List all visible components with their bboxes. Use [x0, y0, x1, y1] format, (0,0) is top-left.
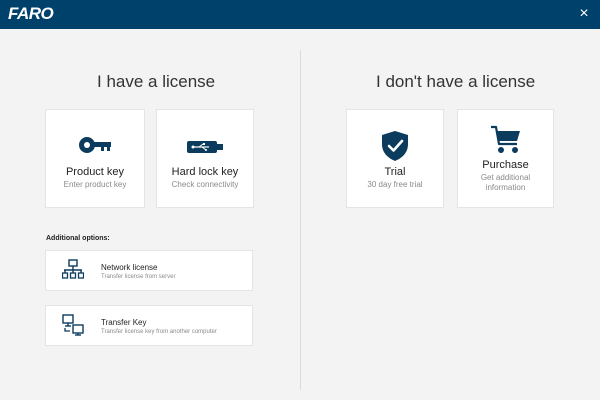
section-divider	[300, 50, 301, 390]
product-key-card[interactable]: Product key Enter product key	[45, 109, 145, 208]
purchase-label: Purchase	[482, 159, 529, 171]
no-license-title: I don't have a license	[376, 72, 536, 91]
additional-options-label: Additional options:	[46, 235, 110, 242]
usb-dongle-icon	[157, 140, 253, 154]
key-icon	[46, 136, 144, 154]
trial-card[interactable]: Trial 30 day free trial	[346, 109, 444, 208]
network-license-subtitle: Transfer license from server	[101, 274, 176, 280]
network-license-title: Network license	[101, 263, 158, 272]
hard-lock-key-card[interactable]: Hard lock key Check connectivity	[156, 109, 254, 208]
shopping-cart-icon	[458, 125, 553, 155]
transfer-computers-icon	[62, 314, 84, 341]
have-license-title: I have a license	[97, 72, 216, 91]
transfer-key-title: Transfer Key	[101, 318, 147, 327]
hard-lock-key-label: Hard lock key	[171, 166, 239, 178]
hard-lock-key-subtitle: Check connectivity	[171, 180, 239, 189]
network-icon	[61, 259, 85, 286]
transfer-key-subtitle: Transfer license key from another comput…	[101, 329, 217, 335]
title-bar: FARO ×	[0, 0, 600, 29]
purchase-card[interactable]: Purchase Get additional information	[457, 109, 554, 208]
trial-label: Trial	[384, 166, 406, 178]
product-key-subtitle: Enter product key	[63, 180, 127, 189]
purchase-subtitle: Get additional information	[480, 173, 531, 192]
transfer-key-option[interactable]: Transfer Key Transfer license key from a…	[45, 305, 253, 346]
shield-check-icon	[347, 130, 443, 162]
faro-logo: FARO	[8, 4, 54, 23]
network-license-option[interactable]: Network license Transfer license from se…	[45, 250, 253, 291]
trial-subtitle: 30 day free trial	[367, 180, 423, 189]
product-key-label: Product key	[65, 166, 125, 178]
close-button[interactable]: ×	[574, 4, 594, 24]
